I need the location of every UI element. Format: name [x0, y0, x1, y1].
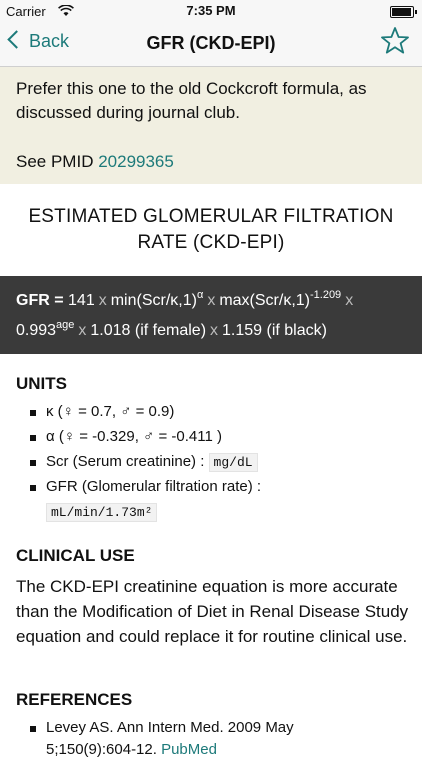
formula-female: 1.018 (if female) [90, 322, 207, 339]
formula-term1-exp: α [196, 289, 204, 301]
user-note: Prefer this one to the old Cockcroft for… [0, 67, 422, 184]
clinical-use-text: The CKD-EPI creatinine equation is more … [16, 577, 409, 646]
unit-gfr: GFR (Glomerular filtration rate) : [46, 478, 262, 495]
times-sign: x [207, 292, 216, 309]
formula-term1: min(Scr/κ,1) [110, 292, 197, 309]
reference-item: Levey AS. Ann Intern Med. 2009 May [30, 718, 294, 738]
page-title: GFR (CKD-EPI) [146, 33, 276, 53]
note-pmid-line: See PMID 20299365 [0, 150, 190, 174]
formula-term2-exp: -1.209 [309, 289, 342, 301]
list-item: GFR (Glomerular filtration rate) : [30, 477, 261, 502]
heading-line1: ESTIMATED GLOMERULAR FILTRATION [28, 206, 394, 227]
formula-line1: GFR = 141 x min(Scr/κ,1)α x max(Scr/κ,1)-1.2… [16, 286, 357, 317]
unit-scr: Scr (Serum creatinine) : [46, 453, 209, 470]
list-item: Scr (Serum creatinine) : mg/dL [30, 452, 261, 477]
units-title: UNITS [16, 374, 67, 393]
status-bar: Carrier 7:35 PM [0, 0, 422, 22]
formula-const2-exp: age [56, 319, 75, 331]
formula-gfr-label: GFR = [16, 292, 69, 309]
star-favorite-icon[interactable] [380, 26, 410, 56]
formula-box: GFR = 141 x min(Scr/κ,1)α x max(Scr/κ,1)-1.2… [0, 276, 422, 354]
times-sign: x [98, 292, 107, 309]
pmid-link[interactable]: 20299365 [98, 152, 174, 171]
units-list: κ (♀ = 0.7, ♂ = 0.9) α (♀ = -0.329, ♂ = … [30, 402, 261, 527]
calculator-heading: ESTIMATED GLOMERULAR FILTRATION RATE (CK… [0, 204, 422, 256]
list-item: α (♀ = -0.329, ♂ = -0.411 ) [30, 427, 261, 452]
unit-kappa: κ (♀ = 0.7, ♂ = 0.9) [46, 403, 175, 420]
navigation-bar: Back GFR (CKD-EPI) [0, 22, 422, 67]
heading-line2: RATE (CKD-EPI) [137, 232, 285, 253]
unit-gfr-code: mL/min/1.73m² [46, 503, 158, 522]
formula-line2: 0.993age x 1.018 (if female) x 1.159 (if bla… [16, 316, 327, 347]
formula-const1: 141 [68, 292, 95, 309]
formula-term2: max(Scr/κ,1) [219, 292, 310, 309]
times-sign: x [78, 322, 87, 339]
formula-const2: 0.993 [16, 322, 57, 339]
note-see-prefix: See PMID [16, 152, 99, 171]
note-text: Prefer this one to the old Cockcroft for… [16, 79, 367, 122]
battery-icon [390, 6, 417, 18]
status-time: 7:35 PM [186, 3, 236, 18]
unit-alpha: α (♀ = -0.329, ♂ = -0.411 ) [46, 428, 222, 445]
list-item: κ (♀ = 0.7, ♂ = 0.9) [30, 402, 261, 427]
unit-scr-code: mg/dL [208, 453, 258, 472]
times-sign: x [345, 292, 354, 309]
formula-black: 1.159 (if black) [222, 322, 327, 339]
references-title: REFERENCES [16, 690, 133, 709]
times-sign: x [210, 322, 219, 339]
clinical-use-title: CLINICAL USE [16, 546, 135, 565]
list-item-continuation: mL/min/1.73m² [30, 502, 261, 527]
